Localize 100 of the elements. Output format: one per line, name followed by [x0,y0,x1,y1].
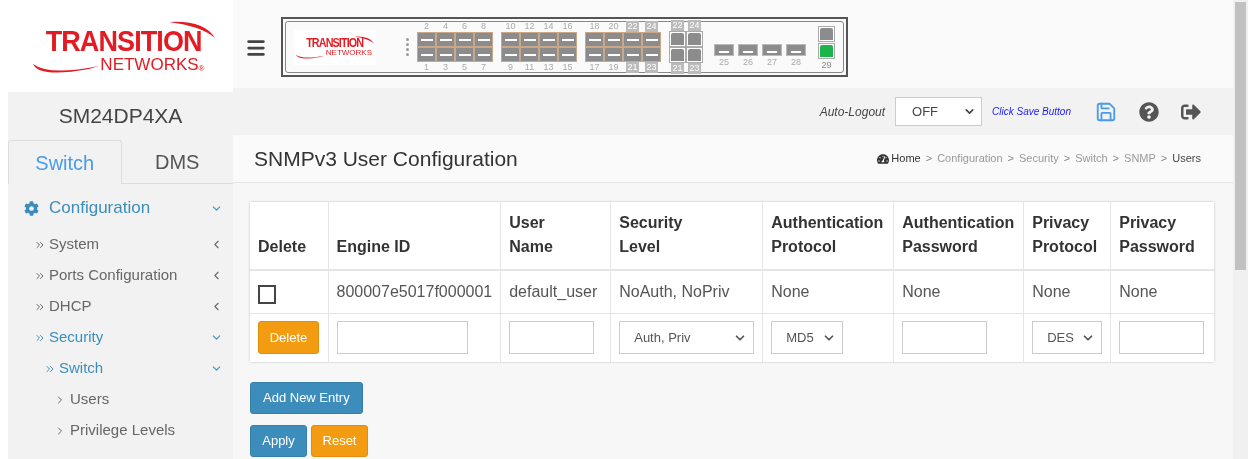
port-number: 10 [504,21,517,32]
port-number: 1 [423,62,430,73]
sfp-port-icon [417,47,436,62]
rj45-port-icon [686,47,703,63]
port-number: 14 [542,21,555,32]
sfp-plus-port-icon [738,44,758,56]
delete-checkbox[interactable] [258,285,276,305]
settings-icon [24,200,39,216]
sfp-port-icon [585,32,604,47]
rj45-port-icon [818,25,835,42]
menu-icon[interactable] [245,37,267,59]
breadcrumb-separator: > [1160,151,1168,167]
sidebar-tab[interactable]: Switch [8,140,122,184]
sfp-port-icon [436,47,455,62]
breadcrumb-separator: > [925,151,933,167]
text-field[interactable] [1119,321,1205,355]
port-number: 15 [561,62,574,73]
menu-item[interactable]: Ports Configuration [8,260,233,291]
logo-sub: NETWORKS [100,56,199,73]
port-number: 25 [719,57,729,68]
menu-item[interactable]: Privilege Levels [8,415,233,446]
dropdown[interactable]: MD5 [771,321,844,355]
port-number: 6 [461,21,468,32]
breadcrumb-current: Users [1172,151,1201,167]
text-field[interactable] [902,321,988,355]
rj45-port-icon [669,31,686,47]
port-number: 24 [645,21,658,32]
port-number: 13 [542,62,555,73]
scrollbar[interactable] [1233,0,1248,459]
help-icon[interactable] [1139,101,1159,122]
port-number: 19 [607,62,620,73]
table-cell: NoAuth, NoPriv [610,270,763,313]
menu-item[interactable]: System [8,229,233,260]
auto-logout-label: Auto-Logout [819,103,886,121]
port-number: 24 [688,20,701,31]
port-number: 12 [523,21,536,32]
menu-item[interactable]: Users [8,384,233,415]
auto-logout-dropdown[interactable]: OFF [895,97,983,126]
breadcrumb-link[interactable]: Security [1019,150,1059,167]
port-number: 20 [607,21,620,32]
menu-item[interactable]: Security [8,322,233,353]
column-header: Engine ID [328,202,501,270]
port-number: 8 [480,21,487,32]
sfp-port-icon [642,32,661,47]
column-header: Authentication Password [893,202,1024,270]
rj45-port-icon [686,31,703,47]
breadcrumb-separator: > [1007,151,1014,167]
sfp-port-icon [501,47,520,62]
menu-item[interactable]: Switch [8,353,233,384]
text-field[interactable] [509,321,595,355]
model-name: SM24DP4XA [57,103,184,130]
text-field[interactable] [336,321,468,355]
dropdown[interactable]: DES [1032,321,1103,355]
dropdown[interactable]: Auth, Priv [619,321,755,355]
port-number: 28 [791,57,801,68]
port-number: 5 [461,62,468,73]
sfp-port-icon [642,47,661,62]
logo-sub: NETWORKS [325,49,372,57]
port-number: 21 [671,63,684,74]
sfp-port-icon [623,32,642,47]
breadcrumb-link[interactable]: Configuration [937,150,1003,167]
port-number: 23 [645,62,658,73]
table-cell: default_user [500,270,611,313]
column-header: User Name [500,202,611,270]
breadcrumb-separator: > [1063,151,1071,167]
menu-item[interactable]: DHCP [8,291,233,322]
apply-button[interactable]: Apply [250,425,307,457]
port-number: 18 [588,21,601,32]
sfp-port-icon [501,32,520,47]
sfp-port-icon [539,32,558,47]
table-cell: 800007e5017f000001 [328,270,501,313]
port-number: 27 [767,57,777,68]
rj45-port-icon [669,47,686,63]
sfp-port-icon [604,47,623,62]
breadcrumb-link[interactable]: Home [891,150,921,167]
sfp-port-icon [417,32,436,47]
registered-mark: ® [198,65,205,73]
save-icon[interactable] [1095,100,1117,123]
port-number: 22 [671,20,684,31]
breadcrumb-link[interactable]: SNMP [1124,150,1156,167]
menu-item[interactable]: Configuration [8,188,233,228]
port-number: 26 [743,57,753,68]
sfp-plus-port-icon [786,44,806,56]
port-number: 23 [688,63,701,74]
save-hint-link[interactable]: Click Save Button [992,104,1071,119]
sfp-port-icon [585,47,604,62]
sfp-port-icon [623,47,642,62]
sfp-plus-port-icon [762,44,782,56]
sfp-plus-port-icon [714,44,734,56]
breadcrumb-link[interactable]: Switch [1075,150,1108,167]
port-dots-icon [406,38,409,56]
sfp-port-icon [436,32,455,47]
sfp-port-icon [474,32,493,47]
port-number: 29 [821,59,832,71]
sfp-port-icon [558,32,577,47]
sidebar-tab[interactable]: DMS [121,140,233,183]
table-cell: None [1110,270,1214,313]
add-new-entry-button[interactable]: Add New Entry [250,382,363,414]
rj45-port-icon [818,42,835,59]
port-number: 7 [480,62,487,73]
